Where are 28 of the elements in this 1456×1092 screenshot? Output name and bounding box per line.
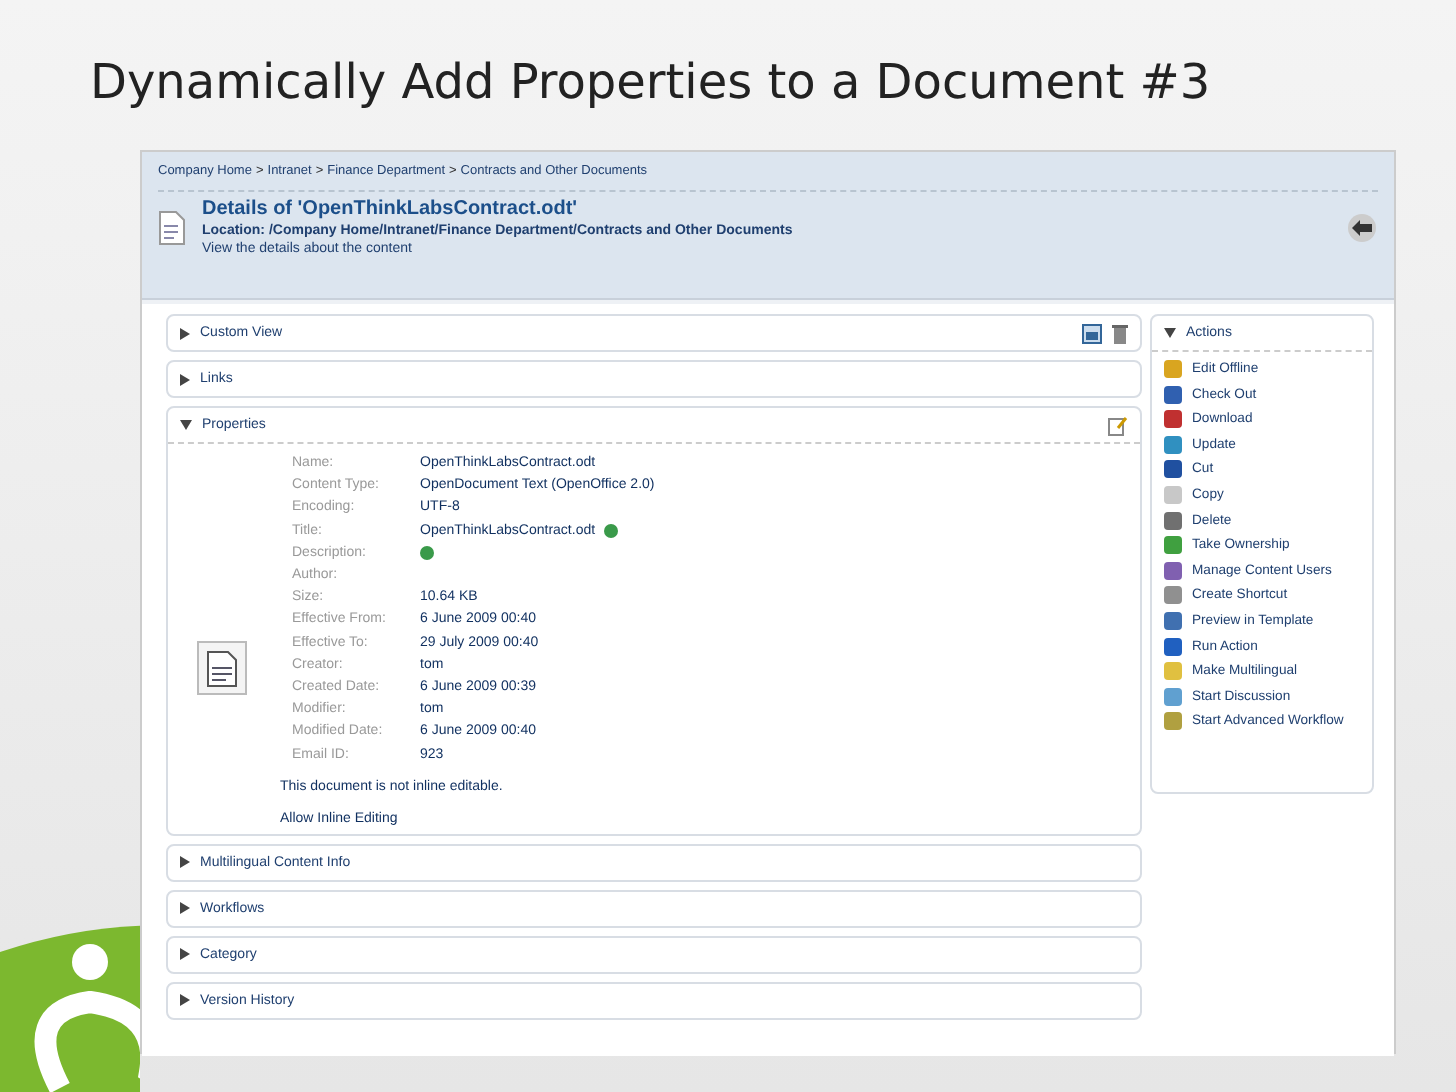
triangle-icon[interactable] xyxy=(180,856,190,869)
action-square-icon[interactable] xyxy=(1164,435,1182,454)
edit-circle-icon[interactable] xyxy=(603,523,618,538)
triangle-icon[interactable] xyxy=(180,420,192,430)
triangle-icon[interactable] xyxy=(180,994,190,1007)
back-arrow-icon[interactable] xyxy=(1346,213,1378,241)
triangle-icon[interactable] xyxy=(180,948,190,961)
document-thumbnail-icon xyxy=(196,640,248,697)
trash-icon[interactable] xyxy=(1112,323,1128,343)
triangle-icon[interactable] xyxy=(1164,328,1176,338)
action-square-icon[interactable] xyxy=(1164,385,1182,404)
action-square-icon[interactable] xyxy=(1164,511,1182,530)
triangle-icon[interactable] xyxy=(180,327,190,339)
action-square-icon[interactable] xyxy=(1164,460,1182,479)
details-title: Details of 'OpenThinkLabsContract.odt' xyxy=(202,198,580,220)
edit-circle-icon[interactable] xyxy=(420,545,434,560)
edit-icon[interactable] xyxy=(1108,415,1128,435)
slide-title: Dynamically Add Properties to a Document #3 xyxy=(88,52,1213,114)
action-square-icon[interactable] xyxy=(1164,637,1182,656)
triangle-icon[interactable] xyxy=(180,373,190,385)
action-square-icon[interactable] xyxy=(1164,561,1182,580)
triangle-icon[interactable] xyxy=(180,902,190,915)
action-square-icon[interactable] xyxy=(1164,586,1182,605)
document-icon xyxy=(158,209,186,245)
action-square-icon[interactable] xyxy=(1164,611,1182,630)
action-square-icon[interactable] xyxy=(1164,410,1182,429)
action-square-icon[interactable] xyxy=(1164,536,1182,555)
layout-icon[interactable] xyxy=(1082,323,1102,343)
